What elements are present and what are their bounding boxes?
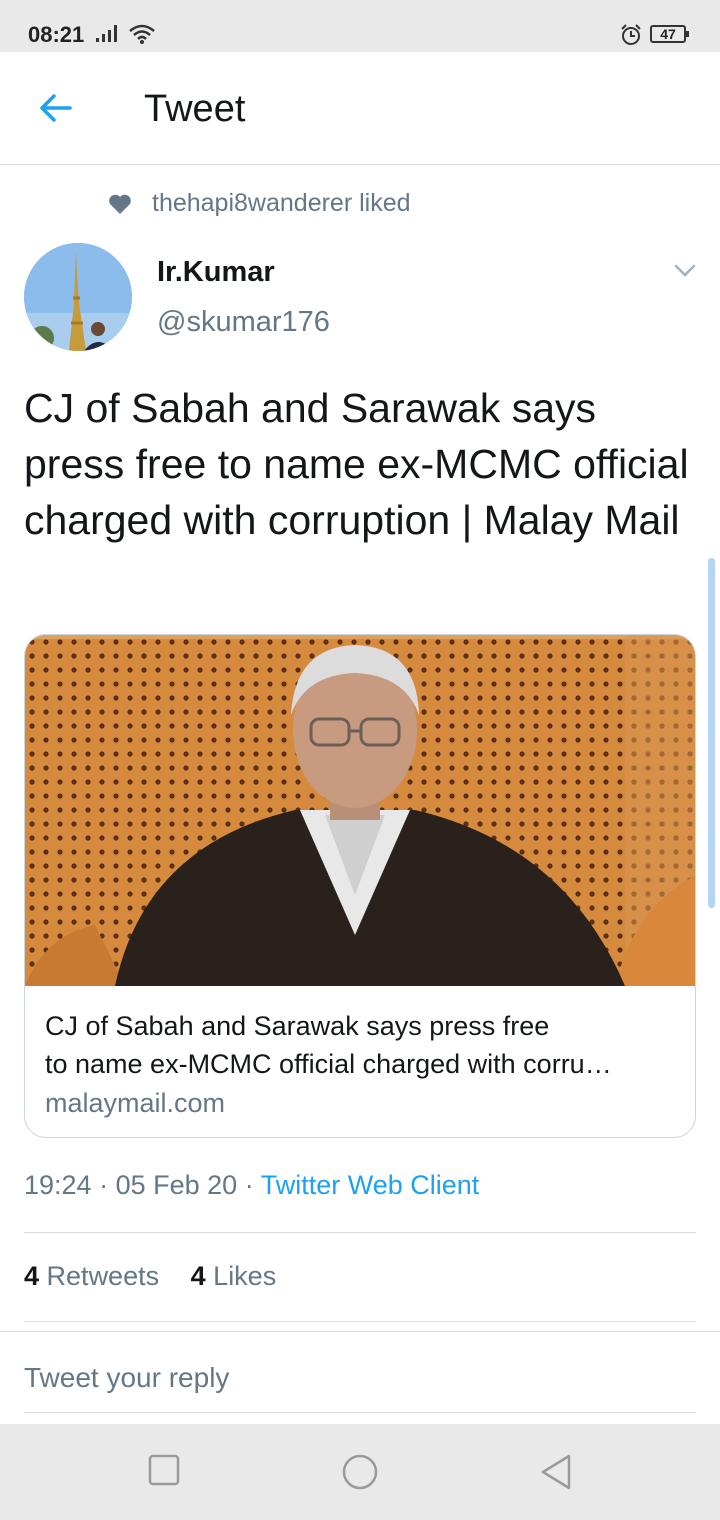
heart-icon bbox=[108, 193, 132, 220]
battery-indicator: 47 bbox=[650, 25, 689, 43]
tweet-time: 19:24 bbox=[24, 1170, 92, 1200]
author-name[interactable]: Ir.Kumar bbox=[157, 256, 275, 289]
author-handle[interactable]: @skumar176 bbox=[157, 306, 330, 339]
back-arrow-icon[interactable] bbox=[36, 88, 76, 133]
retweets-stat[interactable]: 4 Retweets bbox=[24, 1261, 159, 1291]
reply-input[interactable]: Tweet your reply bbox=[24, 1362, 229, 1394]
likes-count: 4 bbox=[190, 1261, 206, 1291]
avatar[interactable] bbox=[24, 243, 132, 351]
meta-separator: · bbox=[99, 1170, 109, 1200]
page-title: Tweet bbox=[144, 88, 246, 130]
status-bar: 08:21 47 bbox=[0, 0, 720, 52]
meta-separator: · bbox=[244, 1170, 254, 1200]
social-context-text[interactable]: thehapi8wanderer liked bbox=[152, 189, 411, 218]
card-image bbox=[25, 635, 695, 986]
card-body: CJ of Sabah and Sarawak says press free … bbox=[45, 1007, 675, 1123]
chevron-down-icon[interactable] bbox=[674, 264, 696, 283]
system-nav-bar bbox=[0, 1424, 720, 1520]
app-bar: Tweet bbox=[0, 52, 720, 165]
divider bbox=[24, 1412, 696, 1413]
signal-icon bbox=[96, 24, 122, 47]
scrollbar-thumb[interactable] bbox=[708, 558, 715, 908]
tweet-meta: 19:24 · 05 Feb 20 · Twitter Web Client bbox=[24, 1170, 479, 1201]
card-domain: malaymail.com bbox=[45, 1088, 226, 1118]
back-triangle-icon[interactable] bbox=[540, 1454, 572, 1495]
divider bbox=[24, 1321, 696, 1322]
alarm-icon bbox=[620, 24, 642, 51]
divider bbox=[24, 1232, 696, 1233]
link-card[interactable]: CJ of Sabah and Sarawak says press free … bbox=[24, 634, 696, 1138]
retweets-count: 4 bbox=[24, 1261, 40, 1291]
reply-box: Tweet your reply bbox=[0, 1331, 720, 1425]
status-time: 08:21 bbox=[28, 22, 85, 47]
likes-stat[interactable]: 4 Likes bbox=[191, 1261, 277, 1291]
card-title-line1: CJ of Sabah and Sarawak says press free bbox=[45, 1011, 550, 1041]
tweet-text: CJ of Sabah and Sarawak says press free … bbox=[24, 385, 689, 543]
card-title-line2: to name ex-MCMC official charged with co… bbox=[45, 1049, 612, 1079]
retweets-label: Retweets bbox=[46, 1261, 160, 1291]
likes-label: Likes bbox=[213, 1261, 277, 1291]
tweet-date: 05 Feb 20 bbox=[115, 1170, 238, 1200]
tweet-source-link[interactable]: Twitter Web Client bbox=[261, 1170, 480, 1200]
tweet-stats: 4 Retweets 4 Likes bbox=[24, 1261, 300, 1292]
recents-square-icon[interactable] bbox=[148, 1454, 180, 1491]
home-circle-icon[interactable] bbox=[341, 1454, 379, 1495]
wifi-icon bbox=[128, 24, 156, 49]
